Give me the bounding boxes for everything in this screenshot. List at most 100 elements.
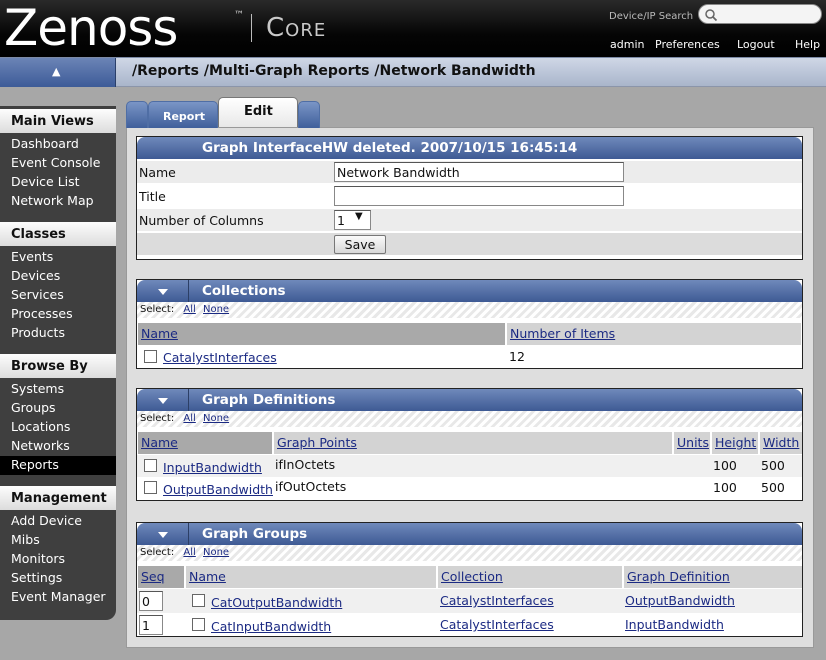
row-checkbox[interactable]	[144, 481, 157, 494]
sidebar-item-event-manager[interactable]: Event Manager	[0, 588, 116, 607]
sidebar-item-locations[interactable]: Locations	[0, 418, 116, 437]
width-value: 500	[761, 480, 785, 495]
save-button[interactable]: Save	[334, 235, 386, 254]
sidebar-item-groups[interactable]: Groups	[0, 399, 116, 418]
sidebar-item-networks[interactable]: Networks	[0, 437, 116, 456]
graph-definitions-select-bar: Select: All None	[137, 411, 802, 427]
select-all-link[interactable]: All	[183, 547, 195, 558]
sidebar-item-device-list[interactable]: Device List	[0, 173, 116, 192]
sidebar-item-mibs[interactable]: Mibs	[0, 531, 116, 550]
column-header-graph-definition[interactable]: Graph Definition	[624, 566, 802, 588]
trademark-mark: ™	[234, 10, 244, 21]
search-label: Device/IP Search	[609, 11, 694, 22]
tab-right-edge	[298, 101, 320, 128]
graph-groups-menu-icon[interactable]	[152, 528, 172, 541]
current-user: admin	[610, 38, 645, 51]
table-row: CatalystInterfaces 12	[137, 346, 802, 368]
column-header-units[interactable]: Units	[674, 432, 710, 454]
tab-report[interactable]: Report	[148, 101, 218, 128]
column-header-name[interactable]: Name	[138, 432, 272, 454]
seq-input[interactable]: 0	[139, 591, 163, 611]
preferences-link[interactable]: Preferences	[655, 38, 720, 51]
sidebar-item-settings[interactable]: Settings	[0, 569, 116, 588]
header-divider	[188, 280, 189, 302]
form-row-actions: Save	[137, 233, 802, 255]
columns-selected-value: 1	[337, 213, 345, 228]
sidebar-item-services[interactable]: Services	[0, 286, 116, 305]
device-search-input[interactable]	[698, 4, 822, 24]
name-field[interactable]: Network Bandwidth	[334, 162, 624, 182]
zenoss-logo[interactable]: Zenoss	[4, 0, 178, 58]
columns-select[interactable]: 1 ▼	[334, 210, 371, 230]
collections-menu-icon[interactable]	[152, 285, 172, 298]
graph-definition-link[interactable]: OutputBandwidth	[163, 482, 273, 497]
row-checkbox[interactable]	[192, 618, 205, 631]
graph-groups-title: Graph Groups	[202, 526, 308, 542]
column-header-collection[interactable]: Collection	[438, 566, 622, 588]
graph-groups-panel: Graph Groups Select: All None Seq Name C…	[136, 522, 803, 637]
select-none-link[interactable]: None	[203, 413, 229, 424]
graph-points-value: ifOutOctets	[275, 479, 347, 494]
sidebar: Main Views Dashboard Event Console Devic…	[0, 106, 116, 620]
select-label: Select:	[140, 304, 175, 315]
sidebar-item-devices[interactable]: Devices	[0, 267, 116, 286]
column-header-height[interactable]: Height	[712, 432, 758, 454]
select-none-link[interactable]: None	[203, 547, 229, 558]
collection-link[interactable]: CatalystInterfaces	[163, 350, 277, 365]
column-header-seq[interactable]: Seq	[138, 566, 184, 588]
column-header-name[interactable]: Name	[186, 566, 436, 588]
tab-edit-label: Edit	[244, 104, 273, 119]
tab-edit[interactable]: Edit	[218, 97, 298, 127]
column-header-name[interactable]: Name	[138, 323, 505, 345]
row-checkbox[interactable]	[144, 459, 157, 472]
title-label: Title	[139, 189, 166, 204]
edit-report-panel: Graph InterfaceHW deleted. 2007/10/15 16…	[136, 136, 803, 260]
graph-group-link[interactable]: CatOutputBandwidth	[211, 595, 342, 610]
sidebar-item-add-device[interactable]: Add Device	[0, 512, 116, 531]
title-field[interactable]	[334, 186, 624, 206]
breadcrumb[interactable]: /Reports /Multi-Graph Reports /Network B…	[132, 63, 536, 79]
collection-link[interactable]: CatalystInterfaces	[440, 593, 554, 608]
graph-group-link[interactable]: CatInputBandwidth	[211, 619, 331, 634]
logo-divider	[251, 14, 252, 42]
status-message: Graph InterfaceHW deleted. 2007/10/15 16…	[202, 140, 578, 156]
column-header-number-of-items[interactable]: Number of Items	[507, 323, 801, 345]
collection-link[interactable]: CatalystInterfaces	[440, 617, 554, 632]
graph-definition-link[interactable]: InputBandwidth	[625, 617, 724, 632]
graph-definition-link[interactable]: InputBandwidth	[163, 460, 262, 475]
select-none-link[interactable]: None	[203, 304, 229, 315]
graph-definitions-title: Graph Definitions	[202, 392, 336, 408]
column-header-width[interactable]: Width	[760, 432, 802, 454]
logout-link[interactable]: Logout	[737, 38, 775, 51]
chevron-down-icon: ▼	[355, 211, 363, 222]
sidebar-item-processes[interactable]: Processes	[0, 305, 116, 324]
sidebar-item-systems[interactable]: Systems	[0, 380, 116, 399]
row-checkbox[interactable]	[144, 350, 157, 363]
form-row-columns: Number of Columns 1 ▼	[137, 209, 802, 231]
graph-definition-link[interactable]: OutputBandwidth	[625, 593, 735, 608]
sidebar-item-products[interactable]: Products	[0, 324, 116, 343]
select-all-link[interactable]: All	[183, 304, 195, 315]
sidebar-item-network-map[interactable]: Network Map	[0, 192, 116, 211]
sidebar-item-reports[interactable]: Reports	[0, 456, 116, 475]
sidebar-item-monitors[interactable]: Monitors	[0, 550, 116, 569]
seq-input[interactable]: 1	[139, 615, 163, 635]
row-checkbox[interactable]	[192, 594, 205, 607]
help-link[interactable]: Help	[795, 38, 820, 51]
columns-label: Number of Columns	[139, 213, 264, 228]
app-header: Zenoss ™ Core Device/IP Search admin Pre…	[0, 0, 826, 57]
form-row-name: Name Network Bandwidth	[137, 161, 802, 183]
sidebar-item-events[interactable]: Events	[0, 248, 116, 267]
select-all-link[interactable]: All	[183, 413, 195, 424]
sidebar-item-dashboard[interactable]: Dashboard	[0, 135, 116, 154]
height-value: 100	[713, 458, 737, 473]
column-header-graph-points[interactable]: Graph Points	[274, 432, 672, 454]
sidebar-item-event-console[interactable]: Event Console	[0, 154, 116, 173]
graph-definitions-panel: Graph Definitions Select: All None Name …	[136, 388, 803, 501]
sidebar-section-main-views: Main Views	[0, 109, 116, 133]
width-value: 500	[761, 458, 785, 473]
sidebar-section-browse-by: Browse By	[0, 354, 116, 378]
graph-definitions-menu-icon[interactable]	[152, 394, 172, 407]
collapse-sidebar-button[interactable]: ▲	[0, 58, 116, 87]
collection-item-count: 12	[509, 349, 525, 364]
